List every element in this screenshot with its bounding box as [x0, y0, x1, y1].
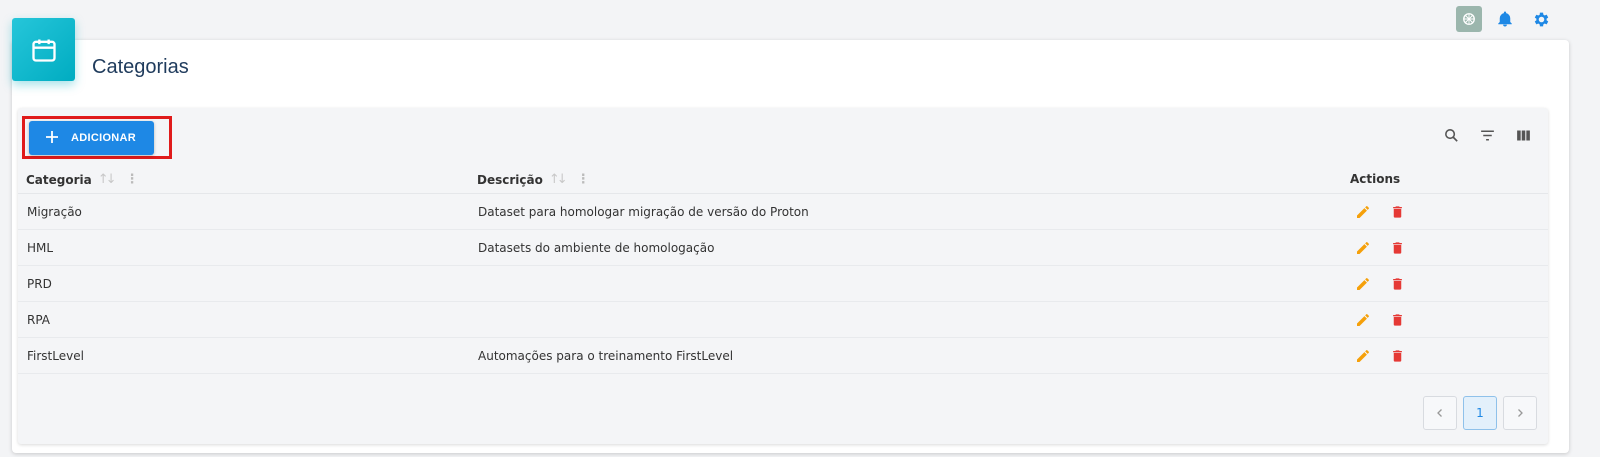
sort-icon[interactable]: ↑↓ [98, 172, 117, 187]
edit-icon[interactable] [1353, 310, 1373, 330]
filter-icon[interactable] [1476, 124, 1498, 146]
cell-categoria: PRD [27, 277, 52, 291]
cell-descricao: Datasets do ambiente de homologação [478, 241, 715, 255]
add-button-label: ADICIONAR [71, 132, 137, 144]
row-actions [1353, 310, 1407, 330]
row-actions [1353, 346, 1407, 366]
page-button-current[interactable]: 1 [1463, 396, 1497, 430]
row-actions [1353, 202, 1407, 222]
sort-icon[interactable]: ↑↓ [549, 172, 568, 187]
prev-page-button[interactable] [1423, 396, 1457, 430]
column-header-actions: Actions [1350, 172, 1401, 186]
edit-icon[interactable] [1353, 202, 1373, 222]
cell-categoria: Migração [27, 205, 82, 219]
delete-icon[interactable] [1387, 202, 1407, 222]
table-toolbar [1440, 124, 1534, 146]
next-page-button[interactable] [1503, 396, 1537, 430]
table-body: Migração Dataset para homologar migração… [18, 194, 1548, 374]
bell-icon[interactable] [1492, 6, 1518, 32]
cell-categoria: FirstLevel [27, 349, 84, 363]
plus-icon [45, 130, 59, 147]
column-header-descricao[interactable]: Descrição ↑↓ ⋮ [477, 172, 590, 187]
table-row[interactable]: RPA [18, 302, 1548, 338]
gear-icon[interactable] [1528, 6, 1554, 32]
edit-icon[interactable] [1353, 346, 1373, 366]
cell-categoria: RPA [27, 313, 51, 327]
edit-icon[interactable] [1353, 238, 1373, 258]
edit-icon[interactable] [1353, 274, 1373, 294]
chatgpt-icon[interactable] [1456, 6, 1482, 32]
cell-descricao: Automações para o treinamento FirstLevel [478, 349, 734, 363]
delete-icon[interactable] [1387, 274, 1407, 294]
column-menu-icon[interactable]: ⋮ [577, 172, 590, 187]
calendar-icon [12, 18, 75, 81]
delete-icon[interactable] [1387, 238, 1407, 258]
table-row[interactable]: PRD [18, 266, 1548, 302]
header-actions [1456, 6, 1554, 32]
delete-icon[interactable] [1387, 346, 1407, 366]
table-row[interactable]: Migração Dataset para homologar migração… [18, 194, 1548, 230]
row-actions [1353, 238, 1407, 258]
column-header-categoria[interactable]: Categoria ↑↓ ⋮ [26, 172, 139, 187]
pagination: 1 [1423, 396, 1537, 430]
cell-categoria: HML [27, 241, 54, 255]
data-table: ADICIONAR Categoria ↑↓ ⋮ Descrição ↑↓ ⋮ [18, 108, 1548, 444]
table-row[interactable]: FirstLevel Automações para o treinamento… [18, 338, 1548, 374]
column-menu-icon[interactable]: ⋮ [126, 172, 139, 187]
add-button[interactable]: ADICIONAR [29, 121, 154, 155]
search-icon[interactable] [1440, 124, 1462, 146]
row-actions [1353, 274, 1407, 294]
table-header: Categoria ↑↓ ⋮ Descrição ↑↓ ⋮ Actions [18, 164, 1548, 194]
table-row[interactable]: HML Datasets do ambiente de homologação [18, 230, 1548, 266]
columns-icon[interactable] [1512, 124, 1534, 146]
delete-icon[interactable] [1387, 310, 1407, 330]
categories-card: Categorias ADICIONAR Categoria ↑↓ ⋮ Desc… [12, 18, 1569, 453]
page-title: Categorias [92, 56, 189, 78]
cell-descricao: Dataset para homologar migração de versã… [478, 205, 809, 219]
